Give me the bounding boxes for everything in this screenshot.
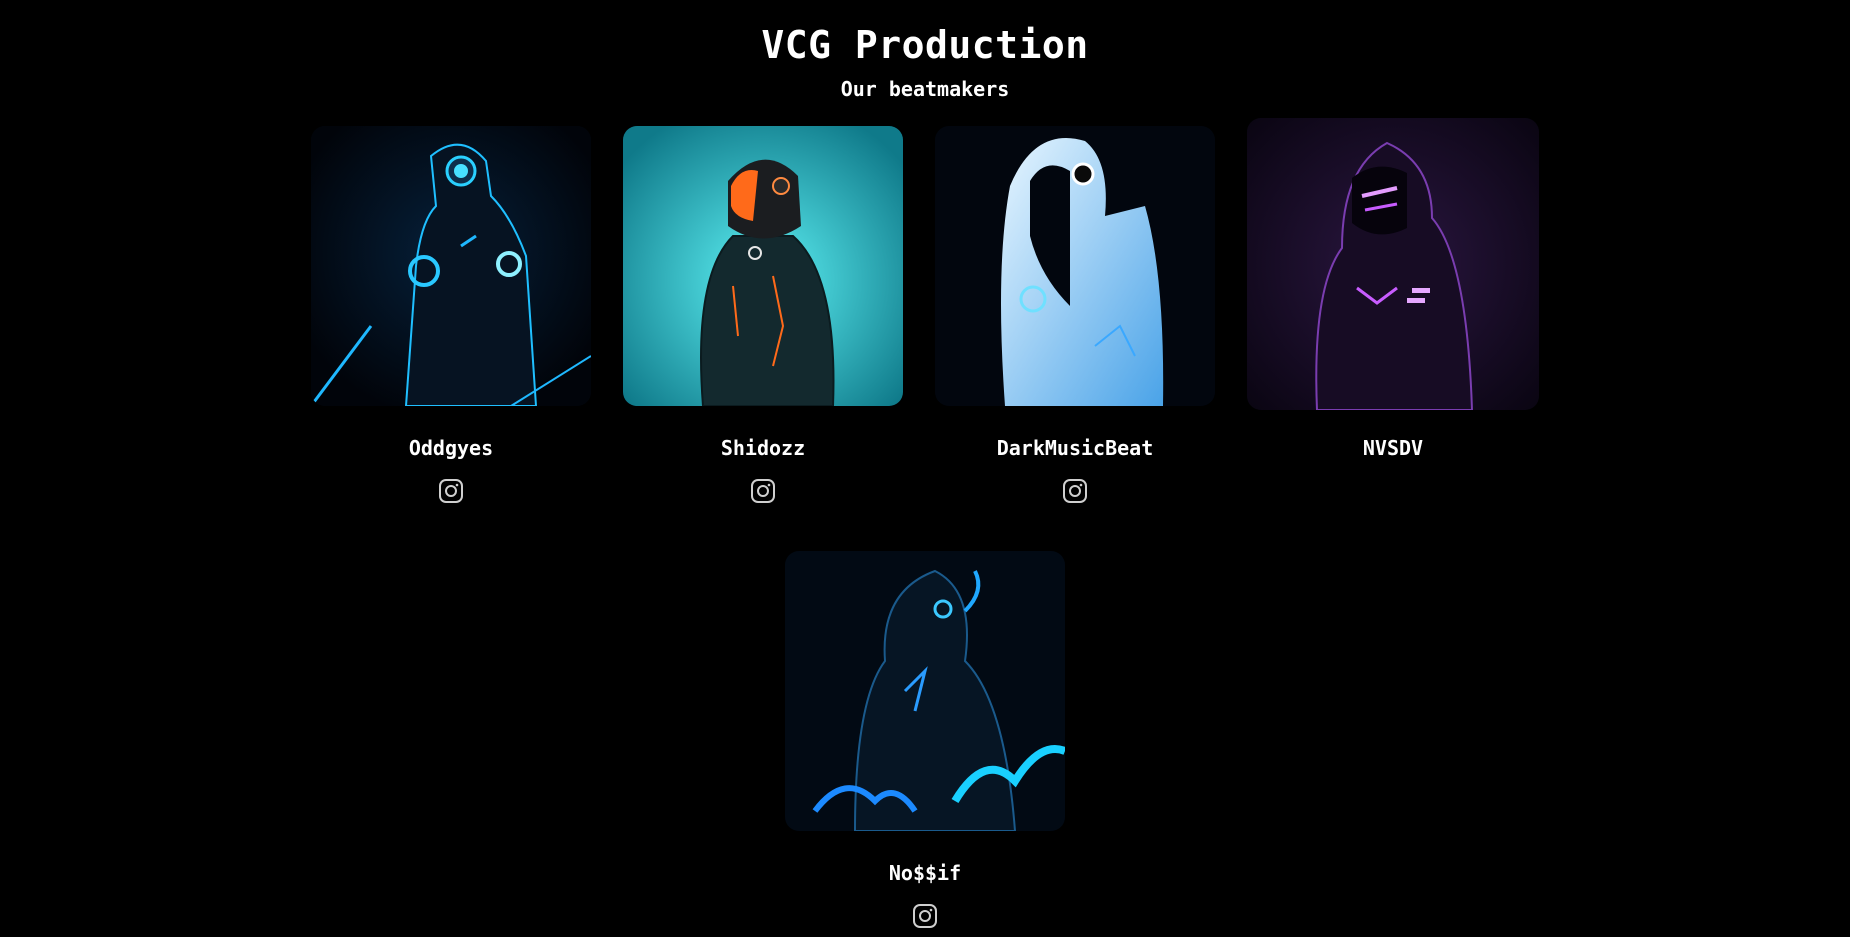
instagram-icon[interactable] (750, 478, 776, 504)
beatmaker-card: NVSDV (1247, 118, 1539, 504)
beatmaker-card: DarkMusicBeat (935, 126, 1215, 504)
instagram-icon[interactable] (438, 478, 464, 504)
beatmakers-row-2: No$$if (0, 551, 1850, 929)
beatmaker-avatar[interactable] (935, 126, 1215, 406)
beatmaker-avatar[interactable] (1247, 118, 1539, 410)
page: VCG Production Our beatmakers Oddgyes Sh… (0, 0, 1850, 937)
beatmaker-name: No$$if (888, 861, 962, 885)
instagram-icon[interactable] (1062, 478, 1088, 504)
beatmaker-name: DarkMusicBeat (996, 436, 1154, 460)
beatmaker-name: NVSDV (1362, 436, 1424, 460)
beatmaker-avatar[interactable] (785, 551, 1065, 831)
beatmaker-name: Shidozz (720, 436, 806, 460)
beatmaker-card: Shidozz (623, 126, 903, 504)
page-title: VCG Production (761, 23, 1089, 67)
beatmaker-card: Oddgyes (311, 126, 591, 504)
beatmakers-row-1: Oddgyes Shidozz DarkMusicBeat NVSDV (0, 118, 1850, 504)
header: VCG Production Our beatmakers (0, 0, 1850, 104)
beatmaker-avatar[interactable] (623, 126, 903, 406)
instagram-icon[interactable] (912, 903, 938, 929)
beatmaker-card: No$$if (785, 551, 1065, 929)
beatmaker-avatar[interactable] (311, 126, 591, 406)
beatmaker-name: Oddgyes (408, 436, 494, 460)
page-subtitle: Our beatmakers (840, 77, 1010, 101)
